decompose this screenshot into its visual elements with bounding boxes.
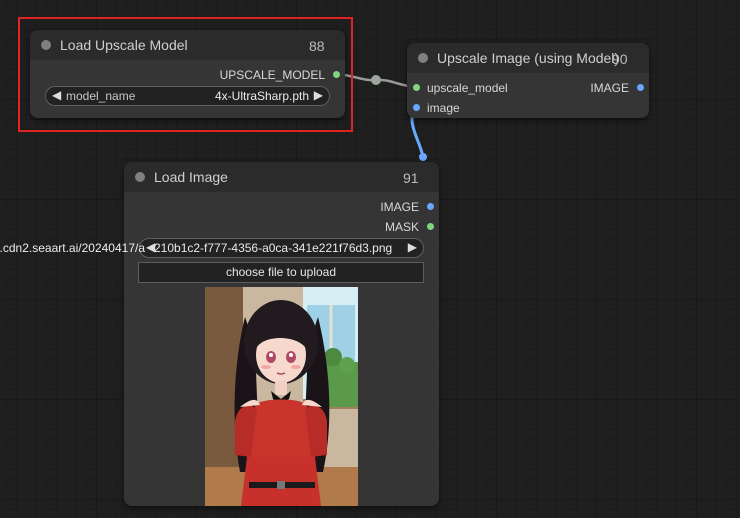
output-slot-image[interactable] xyxy=(427,203,434,210)
output-slot-image[interactable] xyxy=(637,84,644,91)
node-header[interactable]: Upscale Image (using Model) 90 xyxy=(407,43,649,73)
collapse-dot-icon[interactable] xyxy=(135,172,145,182)
filename-overflow-text: e.cdn2.seaart.ai/20240417/a xyxy=(0,241,145,255)
choose-file-upload-button[interactable]: choose file to upload xyxy=(138,262,424,283)
input-slot-image[interactable] xyxy=(413,104,420,111)
input-label-image: image xyxy=(427,101,460,115)
output-label-image: IMAGE xyxy=(380,200,419,214)
node-id: 91 xyxy=(403,170,419,186)
combo-right-arrow-icon[interactable]: ▶ xyxy=(408,240,417,254)
input-slot-upscale-model[interactable] xyxy=(413,84,420,91)
node-header[interactable]: Load Image 91 xyxy=(124,162,439,192)
model-link-midpoint[interactable] xyxy=(371,75,381,85)
output-slot-mask[interactable] xyxy=(427,223,434,230)
image-preview xyxy=(205,287,358,506)
image-link-end xyxy=(419,153,427,161)
output-label-image: IMAGE xyxy=(590,81,629,95)
node-id: 90 xyxy=(612,51,628,67)
selection-highlight-box xyxy=(18,17,353,132)
combo-value: 210b1c2-f777-4356-a0ca-341e221f76d3.png xyxy=(154,241,393,255)
upscale-image-node[interactable]: Upscale Image (using Model) 90 upscale_m… xyxy=(407,43,649,118)
node-title: Upscale Image (using Model) xyxy=(437,50,620,66)
load-image-node[interactable]: Load Image 91 IMAGE MASK ◀ 210b1c2-f777-… xyxy=(124,162,439,506)
collapse-dot-icon[interactable] xyxy=(418,53,428,63)
node-title: Load Image xyxy=(154,169,228,185)
output-label-mask: MASK xyxy=(384,220,419,234)
image-file-combo[interactable]: ◀ 210b1c2-f777-4356-a0ca-341e221f76d3.pn… xyxy=(139,238,424,258)
input-label-upscale-model: upscale_model xyxy=(427,81,508,95)
